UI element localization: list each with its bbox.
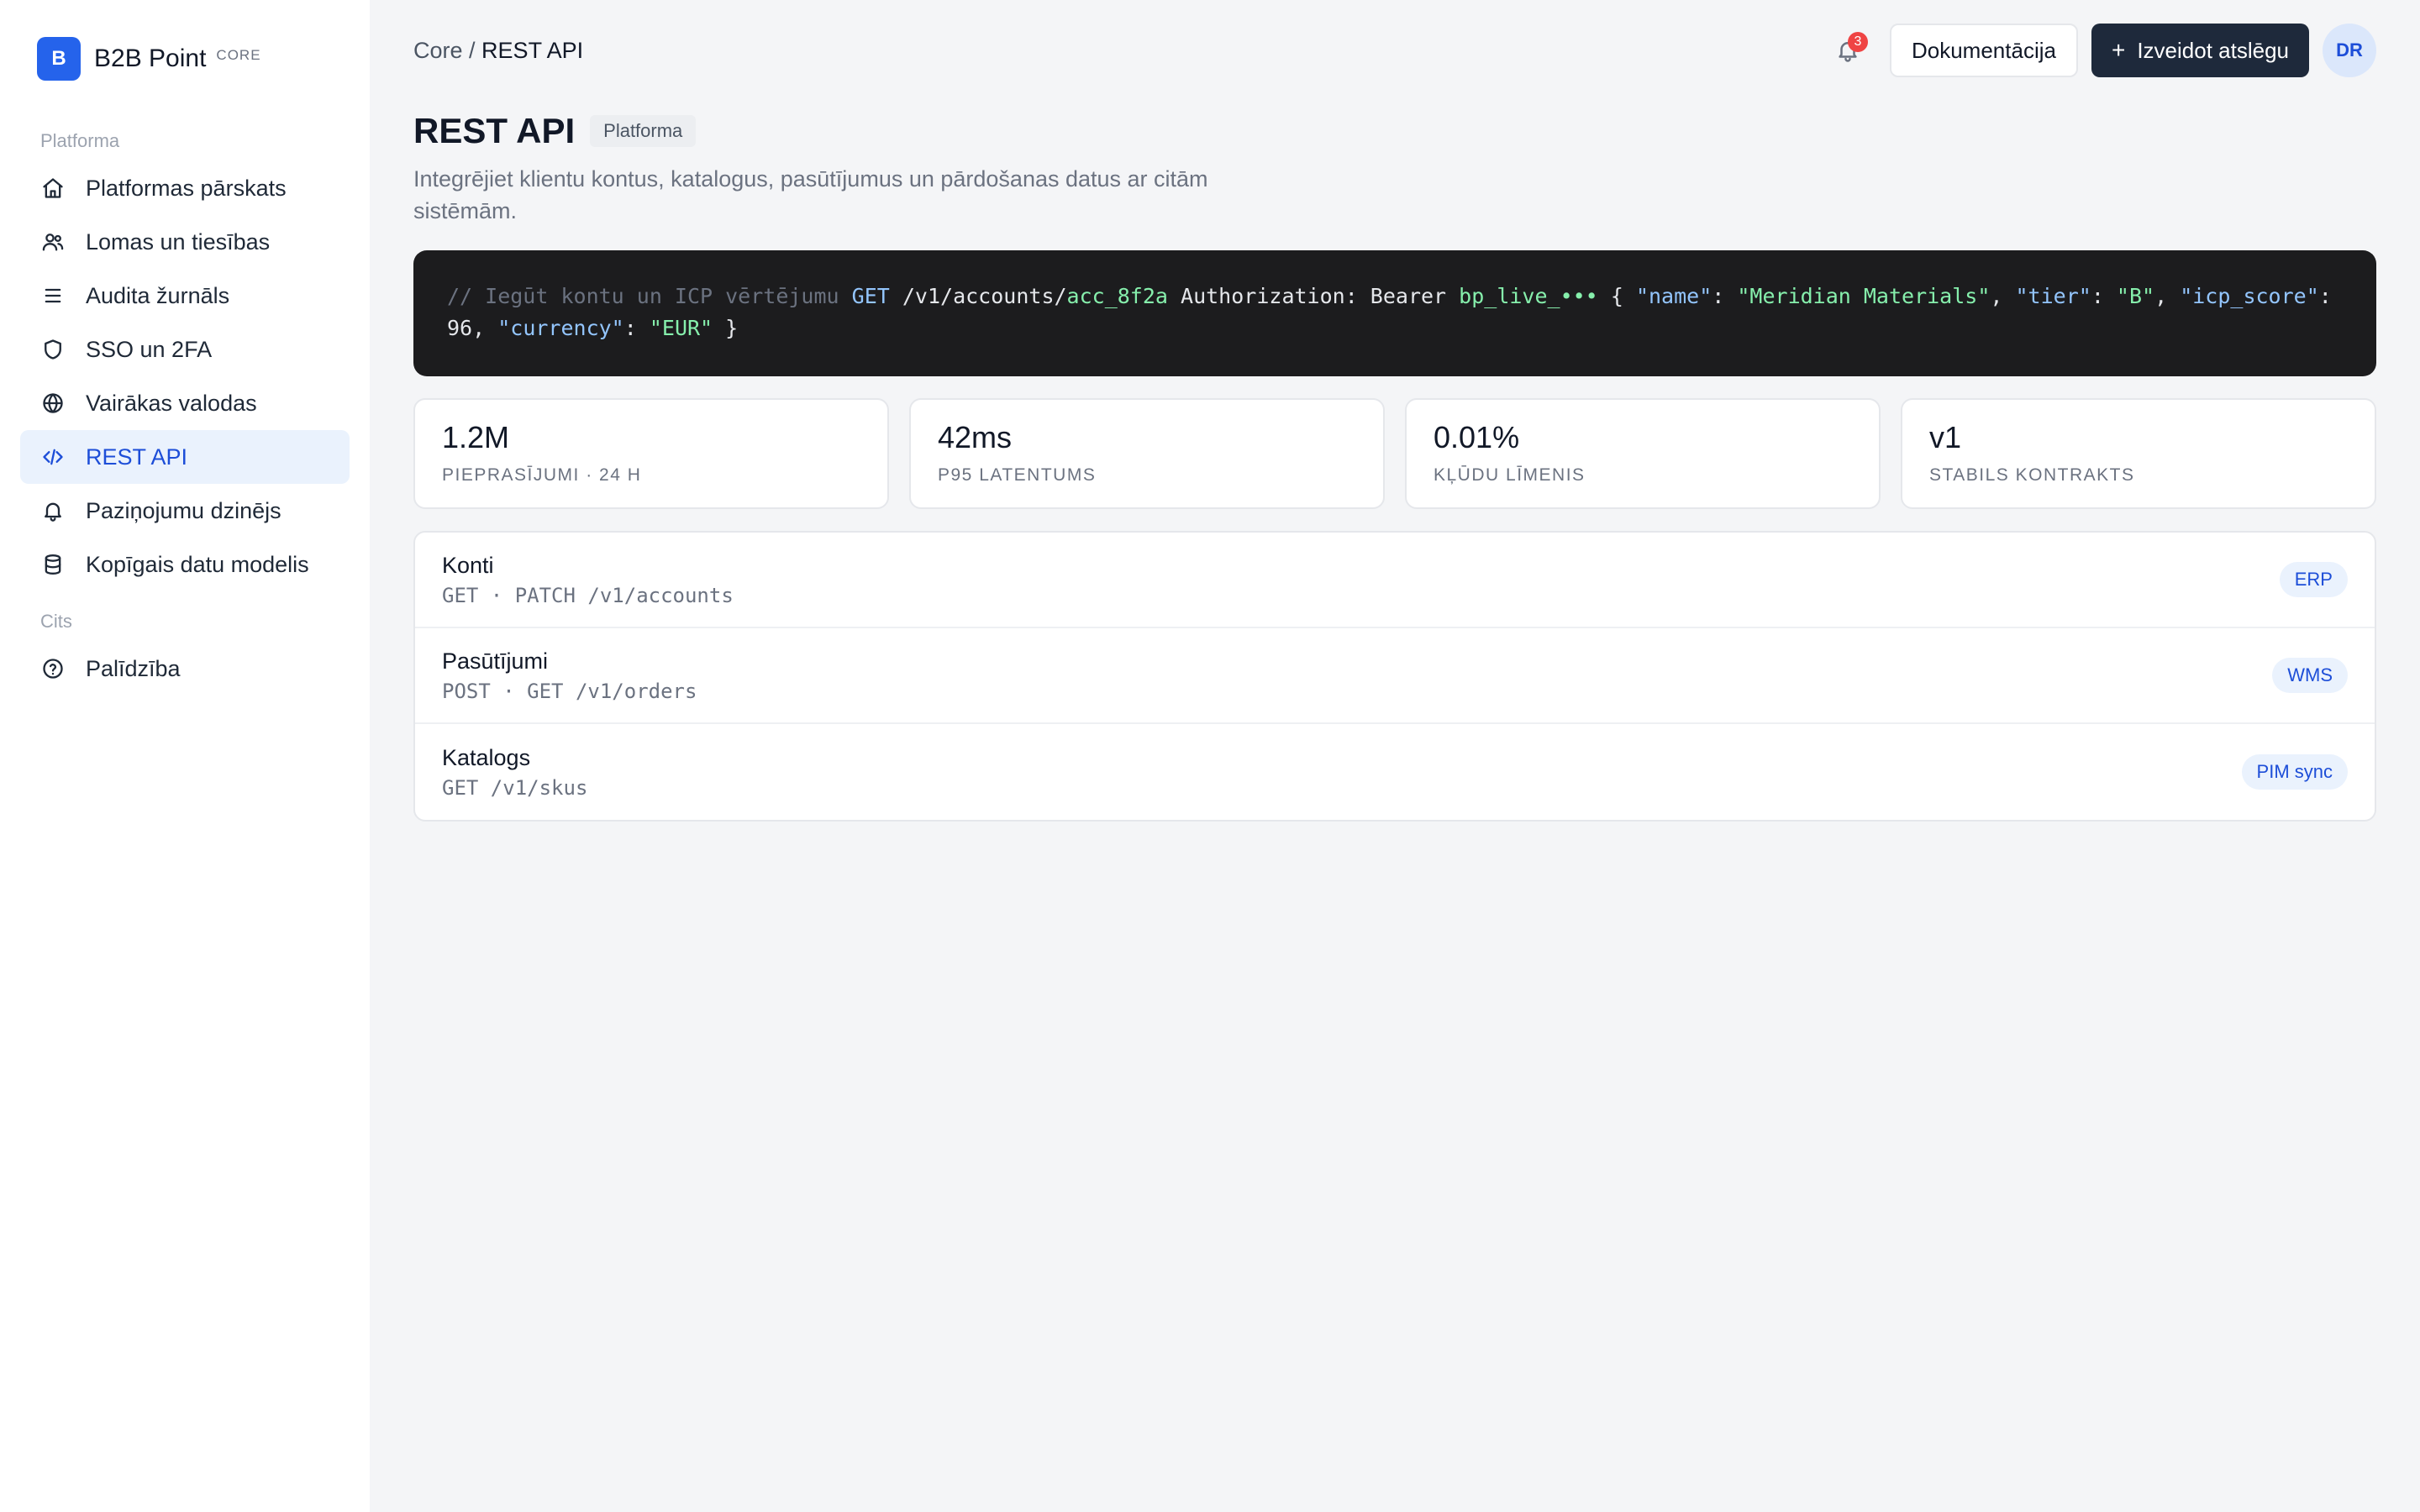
stat-label: Kļūdu līmenis <box>1434 465 1586 485</box>
sidebar-item-roles[interactable]: Lomas un tiesības <box>20 215 350 269</box>
brand-tag: CORE <box>216 47 261 63</box>
sidebar-item-notifications-engine[interactable]: Paziņojumu dzinējs <box>20 484 350 538</box>
topbar: Core / REST API 3 Dokumentācija + Izveid… <box>413 0 2376 101</box>
list-item[interactable]: Katalogs GET /v1/skus PIM sync <box>415 724 2375 820</box>
sidebar-item-label: Platformas pārskats <box>86 175 287 201</box>
list-item[interactable]: Konti GET · PATCH /v1/accounts ERP <box>415 533 2375 628</box>
page-title: REST API <box>413 111 576 150</box>
database-icon <box>40 552 66 577</box>
users-icon <box>40 229 66 255</box>
bell-icon <box>40 498 66 523</box>
sidebar: B B2B Point CORE Platforma Platformas pā… <box>0 0 370 1512</box>
code-comment: // Iegūt kontu un ICP vērtējumu <box>447 284 839 308</box>
stat-label: P95 latentums <box>938 465 1097 485</box>
page-subtitle: Integrējiet klientu kontus, katalogus, p… <box>413 166 1208 223</box>
breadcrumb-root[interactable]: Core <box>413 38 463 63</box>
sidebar-item-label: REST API <box>86 444 188 470</box>
main-content: Core / REST API 3 Dokumentācija + Izveid… <box>370 0 2420 1512</box>
home-icon <box>40 176 66 201</box>
topbar-actions: 3 Dokumentācija + Izveidot atslēgu DR <box>1829 24 2376 77</box>
stat-card-latency: 42ms P95 latentums <box>909 398 1385 509</box>
endpoint-text: Katalogs GET /v1/skus <box>442 745 2242 800</box>
endpoint-text: Pasūtījumi POST · GET /v1/orders <box>442 648 2272 703</box>
code-token: bp_live_••• <box>1459 284 1598 308</box>
plus-icon: + <box>2111 37 2126 63</box>
endpoint-route: GET · PATCH /v1/accounts <box>442 583 734 607</box>
sidebar-item-label: Lomas un tiesības <box>86 228 271 255</box>
code-path-id: acc_8f2a <box>1066 284 1168 308</box>
stat-card-error-rate: 0.01% Kļūdu līmenis <box>1405 398 1881 509</box>
breadcrumb-current: REST API <box>481 37 584 63</box>
shield-icon <box>40 337 66 362</box>
endpoint-badge: ERP <box>2279 562 2348 597</box>
stats-row: 1.2M Pieprasījumi · 24 h 42ms P95 latent… <box>413 398 2376 509</box>
code-brace-open: { <box>1610 284 1623 308</box>
endpoint-name: Pasūtījumi <box>442 648 549 674</box>
code-value-tier: "B" <box>2116 284 2155 308</box>
endpoint-badge: PIM sync <box>2241 754 2348 790</box>
stat-card-contract: v1 Stabils kontrakts <box>1901 398 2376 509</box>
endpoint-route: POST · GET /v1/orders <box>442 679 697 703</box>
code-key-name: "name" <box>1635 284 1712 308</box>
notifications-badge: 3 <box>1847 32 1868 52</box>
code-key-icp: "icp_score" <box>2180 284 2319 308</box>
sidebar-item-languages[interactable]: Vairākas valodas <box>20 376 350 430</box>
code-value-icp: 96 <box>447 316 473 340</box>
list-item[interactable]: Pasūtījumi POST · GET /v1/orders WMS <box>415 628 2375 724</box>
sidebar-item-sso[interactable]: SSO un 2FA <box>20 323 350 376</box>
code-auth: Authorization: Bearer <box>1181 284 1447 308</box>
code-method: GET <box>851 284 890 308</box>
code-brace-close: } <box>725 316 739 340</box>
sidebar-item-label: Kopīgais datu modelis <box>86 551 309 577</box>
endpoint-badge: WMS <box>2272 658 2348 693</box>
title-row: REST API Platforma <box>413 106 2376 156</box>
endpoint-name: Konti <box>442 552 494 578</box>
stat-value: 0.01% <box>1434 420 1520 454</box>
breadcrumb: Core / REST API <box>413 38 583 64</box>
endpoint-route: GET /v1/skus <box>442 775 588 800</box>
code-sample: // Iegūt kontu un ICP vērtējumu GET /v1/… <box>413 250 2376 376</box>
breadcrumb-separator: / <box>462 37 482 63</box>
code-key-currency: "currency" <box>497 316 624 340</box>
stat-label: Pieprasījumi · 24 h <box>442 465 642 485</box>
sidebar-item-data-model[interactable]: Kopīgais datu modelis <box>20 538 350 591</box>
endpoint-text: Konti GET · PATCH /v1/accounts <box>442 553 2280 607</box>
brand[interactable]: B B2B Point CORE <box>20 0 350 118</box>
documentation-button[interactable]: Dokumentācija <box>1889 24 2078 77</box>
endpoints-list: Konti GET · PATCH /v1/accounts ERP Pasūt… <box>413 531 2376 822</box>
brand-name: B2B Point <box>94 45 207 72</box>
sidebar-item-platform-overview[interactable]: Platformas pārskats <box>20 161 350 215</box>
list-icon <box>40 283 66 308</box>
stat-value: 1.2M <box>442 420 510 454</box>
nav-section-platforma: Platforma <box>40 130 120 151</box>
sidebar-item-rest-api[interactable]: REST API <box>20 430 350 484</box>
code-path: /v1/accounts/ <box>902 284 1067 308</box>
page-chip: Platforma <box>590 115 697 147</box>
create-key-label: Izveidot atslēgu <box>2137 37 2289 63</box>
sidebar-item-label: Paziņojumu dzinējs <box>86 497 281 523</box>
stat-value: v1 <box>1929 420 1962 454</box>
notifications-button[interactable]: 3 <box>1829 32 1868 69</box>
sidebar-item-help[interactable]: Palīdzība <box>20 642 350 696</box>
stat-card-requests: 1.2M Pieprasījumi · 24 h <box>413 398 889 509</box>
sidebar-item-label: Palīdzība <box>86 655 181 681</box>
code-icon <box>40 444 66 470</box>
help-circle-icon <box>40 656 66 681</box>
sidebar-item-audit-log[interactable]: Audita žurnāls <box>20 269 350 323</box>
endpoint-name: Katalogs <box>442 744 531 770</box>
stat-label: Stabils kontrakts <box>1929 465 2135 485</box>
globe-icon <box>40 391 66 416</box>
code-value-currency: "EUR" <box>649 316 713 340</box>
code-key-tier: "tier" <box>2015 284 2091 308</box>
sidebar-item-label: Audita žurnāls <box>86 282 230 308</box>
code-value-name: "Meridian Materials" <box>1737 284 1991 308</box>
stat-value: 42ms <box>938 420 1013 454</box>
avatar[interactable]: DR <box>2323 24 2376 77</box>
sidebar-item-label: SSO un 2FA <box>86 336 213 362</box>
nav-section-cits: Cits <box>40 611 72 632</box>
create-key-button[interactable]: + Izveidot atslēgu <box>2091 24 2309 77</box>
brand-logo: B <box>37 37 81 81</box>
sidebar-item-label: Vairākas valodas <box>86 390 257 416</box>
